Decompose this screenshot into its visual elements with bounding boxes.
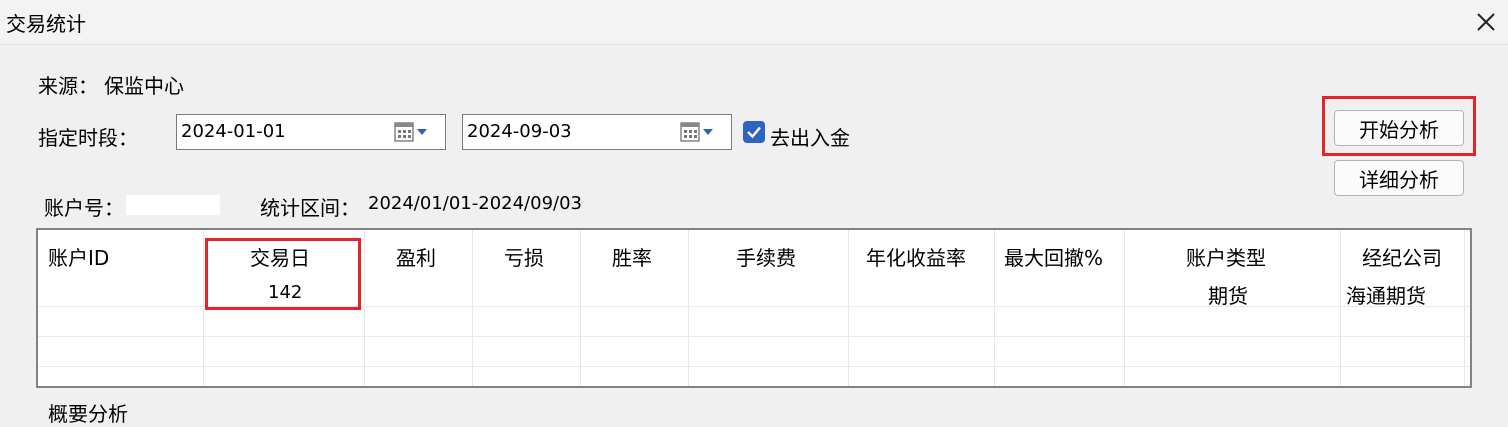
col-header-max-drawdown[interactable]: 最大回撤%	[1004, 242, 1103, 271]
stat-range-value: 2024/01/01-2024/09/03	[368, 193, 582, 214]
title-bar: 交易统计	[0, 0, 1508, 45]
account-redaction	[126, 195, 220, 215]
checkmark-icon	[747, 126, 761, 139]
start-analysis-highlight	[1322, 96, 1476, 156]
end-date-picker[interactable]: 2024-09-03	[462, 114, 732, 150]
start-date-value: 2024-01-01	[181, 121, 286, 142]
end-date-calendar-button[interactable]	[679, 120, 729, 144]
close-icon	[1477, 13, 1495, 31]
period-label: 指定时段：	[38, 126, 138, 150]
cell-broker: 海通期货	[1346, 284, 1426, 308]
start-date-picker[interactable]: 2024-01-01	[176, 114, 446, 150]
trade-days-highlight	[205, 238, 361, 310]
account-label: 账户号：	[44, 196, 124, 220]
exclude-deposit-checkbox[interactable]	[743, 121, 765, 143]
col-header-loss[interactable]: 亏损	[504, 242, 544, 271]
col-header-fee[interactable]: 手续费	[736, 242, 796, 271]
summary-section-label: 概要分析	[48, 402, 128, 426]
source-label: 来源：	[38, 74, 98, 98]
calendar-icon	[394, 122, 427, 142]
close-button[interactable]	[1464, 0, 1508, 44]
col-header-broker[interactable]: 经纪公司	[1362, 242, 1442, 271]
col-header-win-rate[interactable]: 胜率	[612, 242, 652, 271]
cell-account-type: 期货	[1208, 284, 1248, 308]
detail-analysis-button[interactable]: 详细分析	[1334, 160, 1464, 196]
end-date-value: 2024-09-03	[467, 121, 572, 142]
window-title: 交易统计	[6, 12, 86, 36]
col-header-account-type[interactable]: 账户类型	[1186, 242, 1266, 271]
source-value: 保监中心	[104, 74, 184, 98]
exclude-deposit-label[interactable]: 去出入金	[770, 122, 850, 151]
calendar-icon	[680, 122, 713, 142]
col-header-annual-return[interactable]: 年化收益率	[866, 242, 966, 271]
col-header-profit[interactable]: 盈利	[396, 242, 436, 271]
col-header-account-id[interactable]: 账户ID	[48, 242, 109, 271]
stat-range-label: 统计区间：	[260, 196, 360, 220]
start-date-calendar-button[interactable]	[393, 120, 443, 144]
